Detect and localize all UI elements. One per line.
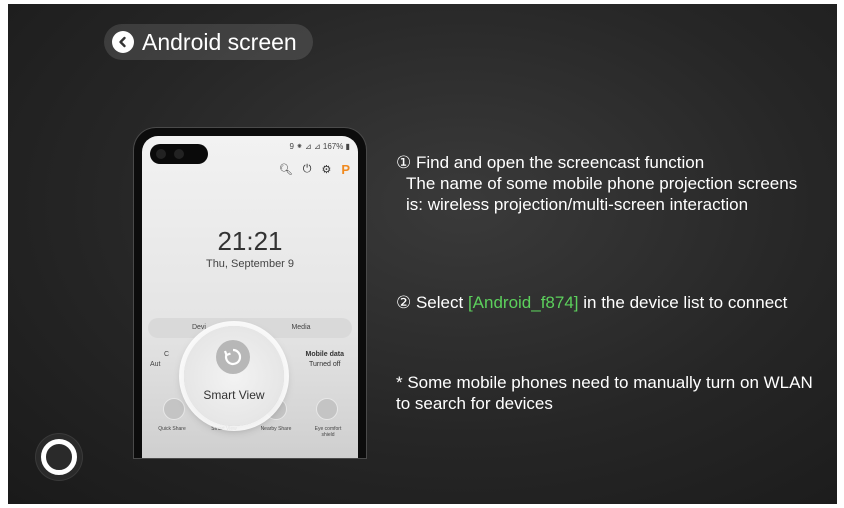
camera-cutout [150, 144, 208, 164]
phone-tab-media: Media [291, 324, 311, 331]
device-name: [Android_f874] [467, 293, 579, 312]
screen-root: Android screen 9 ⁕ ⊿ ⊿ 167% ▮ 🔍︎ ⏻ ⚙ P 2… [8, 4, 837, 504]
p-badge-icon: P [341, 162, 350, 177]
instruction-step-2: ② Select [Android_f874] in the device li… [396, 293, 788, 312]
step1-title: ① Find and open the screencast function [396, 153, 705, 172]
phone-mobile-data: Mobile data Turned off [305, 351, 344, 368]
instruction-step-1: ① Find and open the screencast function … [396, 152, 816, 215]
smart-view-magnifier: Smart View [184, 326, 284, 426]
phone-status-bar: 9 ⁕ ⊿ ⊿ 167% ▮ [289, 142, 350, 151]
home-button[interactable] [36, 434, 82, 480]
smart-view-label: Smart View [203, 388, 265, 402]
phone-screen: 9 ⁕ ⊿ ⊿ 167% ▮ 🔍︎ ⏻ ⚙ P 21:21 Thu, Septe… [142, 136, 358, 458]
search-icon: 🔍︎ [278, 164, 293, 176]
home-circle-icon [41, 439, 77, 475]
phone-tile-labels: Quick Share Smart View Nearby Share Eye … [158, 426, 342, 438]
back-label: Android screen [142, 28, 297, 55]
eye-comfort-icon [315, 398, 338, 420]
back-button[interactable]: Android screen [104, 24, 313, 60]
power-icon: ⏻ [302, 163, 312, 175]
gear-icon: ⚙ [321, 164, 332, 176]
phone-clock: 21:21 [217, 226, 283, 256]
quick-share-icon [162, 398, 185, 420]
phone-quick-icons: 🔍︎ ⏻ ⚙ P [279, 162, 350, 177]
step1-detail: The name of some mobile phone projection… [406, 174, 798, 214]
back-arrow-icon [112, 31, 134, 53]
smart-view-icon [216, 340, 250, 374]
wlan-note: * Some mobile phones need to manually tu… [396, 373, 813, 413]
phone-illustration: 9 ⁕ ⊿ ⊿ 167% ▮ 🔍︎ ⏻ ⚙ P 21:21 Thu, Septe… [134, 128, 366, 458]
phone-date: Thu, September 9 [205, 258, 295, 270]
phone-partial-tile: C Aut [150, 351, 170, 368]
